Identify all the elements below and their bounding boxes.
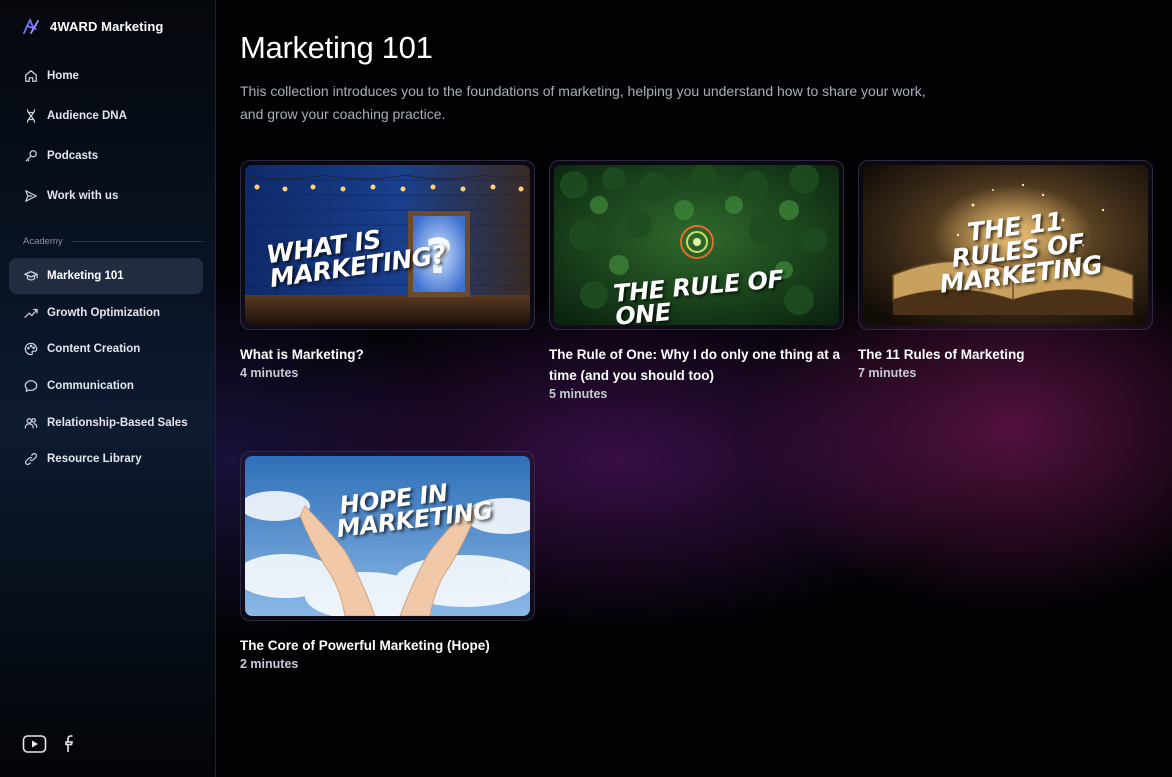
nav-item-communication[interactable]: Communication [9, 368, 203, 404]
brand-logo-icon [23, 17, 39, 34]
youtube-icon[interactable] [22, 734, 47, 754]
course-title[interactable]: The Core of Powerful Marketing (Hope) [240, 635, 535, 656]
course-thumbnail[interactable]: ? WHAT IS MARKETING? [240, 160, 535, 330]
palette-icon [23, 342, 38, 357]
course-title[interactable]: The 11 Rules of Marketing [858, 344, 1153, 365]
dna-icon [23, 109, 38, 124]
microphone-icon [23, 149, 38, 164]
nav-item-marketing-101[interactable]: Marketing 101 [9, 258, 203, 294]
course-duration: 2 minutes [240, 657, 299, 671]
nav-item-podcasts[interactable]: Podcasts [9, 138, 203, 174]
sidebar: 4WARD Marketing Home Audience DNA Podcas… [0, 0, 216, 777]
nav-item-content-creation[interactable]: Content Creation [9, 331, 203, 367]
link-icon [23, 452, 38, 467]
course-title[interactable]: The Rule of One: Why I do only one thing… [549, 344, 844, 386]
course-thumbnail[interactable]: HOPE IN MARKETING [240, 451, 535, 621]
divider [70, 241, 203, 242]
nav-item-growth-optimization[interactable]: Growth Optimization [9, 295, 203, 331]
trending-up-icon [23, 306, 38, 321]
course-duration: 7 minutes [858, 366, 917, 380]
nav-item-label: Content Creation [47, 343, 141, 355]
nav-item-label: Communication [47, 380, 134, 392]
nav-item-work-with-us[interactable]: Work with us [9, 178, 203, 214]
nav-item-audience-dna[interactable]: Audience DNA [9, 98, 203, 134]
course-thumbnail[interactable]: THE 11 RULES OF MARKETING [858, 160, 1153, 330]
course-card-hope-in-marketing[interactable]: HOPE IN MARKETING The Core of Powerful M… [240, 451, 535, 671]
course-card-11-rules[interactable]: THE 11 RULES OF MARKETING The 11 Rules o… [858, 160, 1153, 380]
graduation-cap-icon [23, 269, 38, 284]
nav-item-label: Relationship-Based Sales [47, 417, 188, 429]
nav-item-label: Home [47, 70, 79, 82]
nav-item-label: Work with us [47, 190, 119, 202]
nav-item-label: Podcasts [47, 150, 99, 162]
page-description: This collection introduces you to the fo… [240, 83, 926, 122]
nav-item-label: Resource Library [47, 453, 142, 465]
course-duration: 5 minutes [549, 387, 608, 401]
course-card-rule-of-one[interactable]: THE RULE OF ONE The Rule of One: Why I d… [549, 160, 844, 401]
nav-item-resource-library[interactable]: Resource Library [9, 441, 203, 477]
facebook-icon[interactable] [63, 734, 77, 754]
brand-name: 4WARD Marketing [50, 18, 164, 34]
nav-item-label: Audience DNA [47, 110, 127, 122]
page-title: Marketing 101 [240, 30, 433, 65]
users-icon [23, 416, 38, 431]
chat-icon [23, 379, 38, 394]
nav-item-label: Marketing 101 [47, 270, 124, 282]
home-icon [23, 69, 38, 84]
course-card-what-is-marketing[interactable]: ? WHAT IS MARKETING? What is Marketing? … [240, 160, 535, 380]
social-links [22, 734, 77, 754]
send-icon [23, 189, 38, 204]
nav-item-relationship-based-sales[interactable]: Relationship-Based Sales [9, 405, 203, 441]
nav-item-label: Growth Optimization [47, 307, 161, 319]
course-duration: 4 minutes [240, 366, 299, 380]
course-title[interactable]: What is Marketing? [240, 344, 535, 365]
brand[interactable]: 4WARD Marketing [22, 17, 163, 35]
nav-item-home[interactable]: Home [9, 58, 203, 94]
course-thumbnail[interactable]: THE RULE OF ONE [549, 160, 844, 330]
section-label-academy: Academy [23, 236, 203, 247]
